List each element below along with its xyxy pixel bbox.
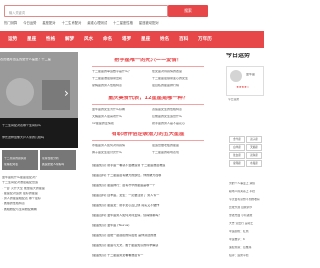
sidebar-text-line: 职场人际关系上 平稳 bbox=[229, 190, 256, 193]
zodiac-cell[interactable]: 水瓶座 bbox=[246, 160, 262, 167]
news-item[interactable]: [星座百科] 白羊座，女生：一定要注意了 男人专一 bbox=[92, 194, 220, 197]
nav-item-xingzuo[interactable]: 星座 bbox=[27, 31, 36, 48]
sidebar-text-line: 速配星座：巨蟹座 bbox=[229, 246, 252, 249]
hot-link[interactable]: 星座被动配对 bbox=[139, 20, 159, 25]
zodiac-avatar-icon bbox=[230, 70, 242, 82]
news-item[interactable]: [星座知识] 金牛座 (Taurus) bbox=[92, 224, 220, 227]
grid-link[interactable]: 十二星座的幸运数字是什么？ bbox=[92, 70, 148, 73]
list-item[interactable]: · 属猴的性格特点 bbox=[2, 202, 78, 205]
grid-link[interactable]: 最自私的星座排行榜 bbox=[152, 84, 208, 87]
hot-link[interactable]: 星座配对 bbox=[42, 20, 55, 25]
nav-item-xingming[interactable]: 姓名 bbox=[160, 31, 169, 48]
nav-item-mingming[interactable]: 命名 bbox=[103, 31, 112, 48]
news-item[interactable]: [星座知识] 射手座一看就不会被追到 十二星座谁最难追 bbox=[92, 164, 220, 167]
search-button[interactable]: 搜索 bbox=[168, 5, 208, 17]
nav-item-baike[interactable]: 百科 bbox=[179, 31, 188, 48]
hot-link[interactable]: 十二星座性格 bbox=[113, 20, 133, 25]
zodiac-cell[interactable]: 双子座 bbox=[246, 136, 262, 143]
list-item[interactable]: · 属相婚配与生肖婚配看看 bbox=[2, 208, 78, 211]
search-input[interactable]: 输入关键词 bbox=[4, 5, 168, 17]
grid-link[interactable]: 金牛座的女生为什么好看 bbox=[92, 108, 148, 111]
grid-link[interactable]: 水瓶座男人如何对待感情 bbox=[92, 144, 148, 147]
section-divider bbox=[92, 140, 204, 141]
grid-link[interactable]: 最适合做老板的星座 bbox=[152, 144, 208, 147]
sidebar-text-line: 幸运数字：6 bbox=[229, 238, 245, 241]
sidebar-text-line: 今天会有意想不到的收获 bbox=[229, 198, 260, 201]
zodiac-sign-name: 金牛座 bbox=[246, 73, 256, 76]
news-item[interactable]: [星座知识] 最能一起逛街的好闺蜜 是你身边的谁 bbox=[92, 234, 220, 237]
thumbnail-label[interactable]: 十二星座的感情观 bbox=[4, 157, 26, 160]
zodiac-cell[interactable]: 摩羯座 bbox=[229, 160, 245, 167]
grid-link[interactable]: 十二星座谁最容易出轨 bbox=[92, 77, 148, 80]
section-divider bbox=[92, 66, 204, 67]
sidebar-text-line: 比较乐观 自我调节 bbox=[229, 206, 253, 209]
nav-item-xingzuo-2[interactable]: 星座 bbox=[141, 31, 150, 48]
grid-link[interactable]: 狮子座女生最讨厌什么 bbox=[92, 151, 148, 154]
thumbnail-image[interactable] bbox=[2, 150, 38, 170]
thumbnail-label[interactable]: 星座性格分析 bbox=[42, 157, 59, 160]
sidebar-text-line: 大吉 宜出行 忌动土 bbox=[229, 222, 254, 225]
grid-link[interactable]: 十二星座最容易变心的女生 bbox=[152, 77, 208, 80]
hot-link[interactable]: 今日运势 bbox=[23, 20, 36, 25]
list-item[interactable]: · 男人的星座相配表 哪个最好 bbox=[2, 197, 78, 200]
news-item[interactable]: [星座知识] 星座与天文，属于星座知识的科学解读 bbox=[92, 244, 220, 247]
hot-link[interactable]: 最准心理测试 bbox=[87, 20, 107, 25]
nav-item-fengshui[interactable]: 风水 bbox=[84, 31, 93, 48]
section-title[interactable]: 有职场伴侣逆袭潜力的五大星座 bbox=[82, 132, 214, 137]
sidebar-text-line: 金钱方面 小有进账 bbox=[229, 214, 253, 217]
news-item[interactable]: [星座百科] 十二星座最有魅力的部位，你的魅力在哪 bbox=[92, 174, 220, 177]
nav-item-taluo[interactable]: 塔罗 bbox=[122, 31, 131, 48]
thumbnail-label[interactable]: 属鼠的女人命好吗 bbox=[42, 163, 64, 166]
thumbnail-image[interactable] bbox=[40, 150, 76, 170]
nav-item-yunshi[interactable]: 运势 bbox=[8, 31, 17, 48]
list-item[interactable]: · 一卦 火开大全 能量强大的星座 bbox=[2, 187, 78, 190]
zodiac-cell[interactable]: 处女座 bbox=[229, 152, 245, 159]
hot-link[interactable]: 十二生肖配对 bbox=[62, 20, 82, 25]
sidebar-text-line: 男的个人事业上 满值 bbox=[229, 182, 256, 185]
sidebar-text-line: 短评：运势平稳 bbox=[229, 254, 249, 257]
grid-link[interactable]: 12星座的爱情观 bbox=[92, 122, 148, 125]
rating-stars: ★★★★☆ bbox=[236, 86, 250, 89]
zodiac-cell[interactable]: 金牛座 bbox=[229, 136, 245, 143]
nav-item-jiemeng[interactable]: 解梦 bbox=[65, 31, 74, 48]
sidebar-title: 今日运势 bbox=[226, 53, 251, 59]
list-item[interactable]: · 星座配对运势 最好的星座 bbox=[2, 192, 78, 195]
section-divider bbox=[92, 104, 204, 105]
slider-next-arrow-icon[interactable]: › bbox=[64, 86, 69, 100]
nav-item-wannianli[interactable]: 万年历 bbox=[198, 31, 212, 48]
dark-row[interactable]: 十二生肖配对表哪个生肖好么 bbox=[2, 124, 41, 127]
zodiac-cell[interactable]: 天蝎座 bbox=[246, 144, 262, 151]
hot-link[interactable]: 热门测算 bbox=[4, 20, 17, 25]
section-title[interactable]: 射手座唯一的死穴——爱情！ bbox=[82, 58, 214, 63]
section-title[interactable]: 重庆美食代表，12星座是哪一种？ bbox=[82, 96, 214, 101]
zodiac-cell[interactable]: 双鱼座 bbox=[246, 152, 262, 159]
list-item[interactable]: 金牛座和什么星座最配对？ bbox=[2, 176, 78, 179]
left-article-list: 金牛座和什么星座最配对？ 十二生肖配对谁最般配合适 · 一卦 火开大全 能量强大… bbox=[2, 176, 78, 213]
news-item[interactable]: [星座知识] 星座排行：最有才华的星座是哪一个 bbox=[92, 184, 220, 187]
grid-link[interactable]: 摩羯座的男人性格特点 bbox=[92, 84, 148, 87]
news-item[interactable]: [星座百科] 金牛座男人如何对待爱情，值得信赖吗？ bbox=[92, 214, 220, 217]
grid-link[interactable]: 处女座对待感情的态度 bbox=[152, 70, 208, 73]
grid-link[interactable]: 天蝎座男人最喜欢什么 bbox=[92, 115, 148, 118]
sidebar-text-line: 幸运颜色：红色 bbox=[229, 230, 249, 233]
slider-dark-caption-box: 十二生肖配对表哪个生肖好么 你长这样会像大户人家的儿媳吗 bbox=[0, 118, 78, 148]
grid-link[interactable]: 十二星座的职场表现 bbox=[152, 151, 208, 154]
zodiac-cell[interactable]: 白羊座 bbox=[229, 144, 245, 151]
hot-links: 热门测算 今日运势 星座配对 十二生肖配对 最准心理测试 十二星座性格 星座被动… bbox=[4, 20, 159, 25]
thumbnail-label[interactable]: 星座配对表 bbox=[4, 163, 18, 166]
slider-caption[interactable]: 农历腊月出生的是什么星座？十二星 bbox=[0, 58, 78, 61]
grid-link[interactable]: 射手座的男人是不是花心 bbox=[152, 122, 208, 125]
news-item[interactable]: [星座知识] 星座女：射手女心直口快 真实又不做作 bbox=[92, 204, 220, 207]
grid-link[interactable]: 双鱼座女生的性格特点 bbox=[152, 108, 208, 111]
grid-link[interactable]: 巨蟹座的女生适合什么 bbox=[152, 115, 208, 118]
news-item[interactable]: [星座知识] 十二星座男女看看谁最专一 bbox=[92, 254, 220, 257]
list-item[interactable]: 十二生肖配对谁最般配合适 bbox=[2, 181, 78, 184]
nav-item-xingge[interactable]: 性格 bbox=[46, 31, 55, 48]
dark-row[interactable]: 你长这样会像大户人家的儿媳吗 bbox=[2, 136, 44, 139]
main-navbar: 运势 星座 性格 解梦 风水 命名 塔罗 星座 姓名 百科 万年历 bbox=[0, 31, 264, 48]
sidebar-tag: 今日运势 bbox=[228, 98, 240, 101]
